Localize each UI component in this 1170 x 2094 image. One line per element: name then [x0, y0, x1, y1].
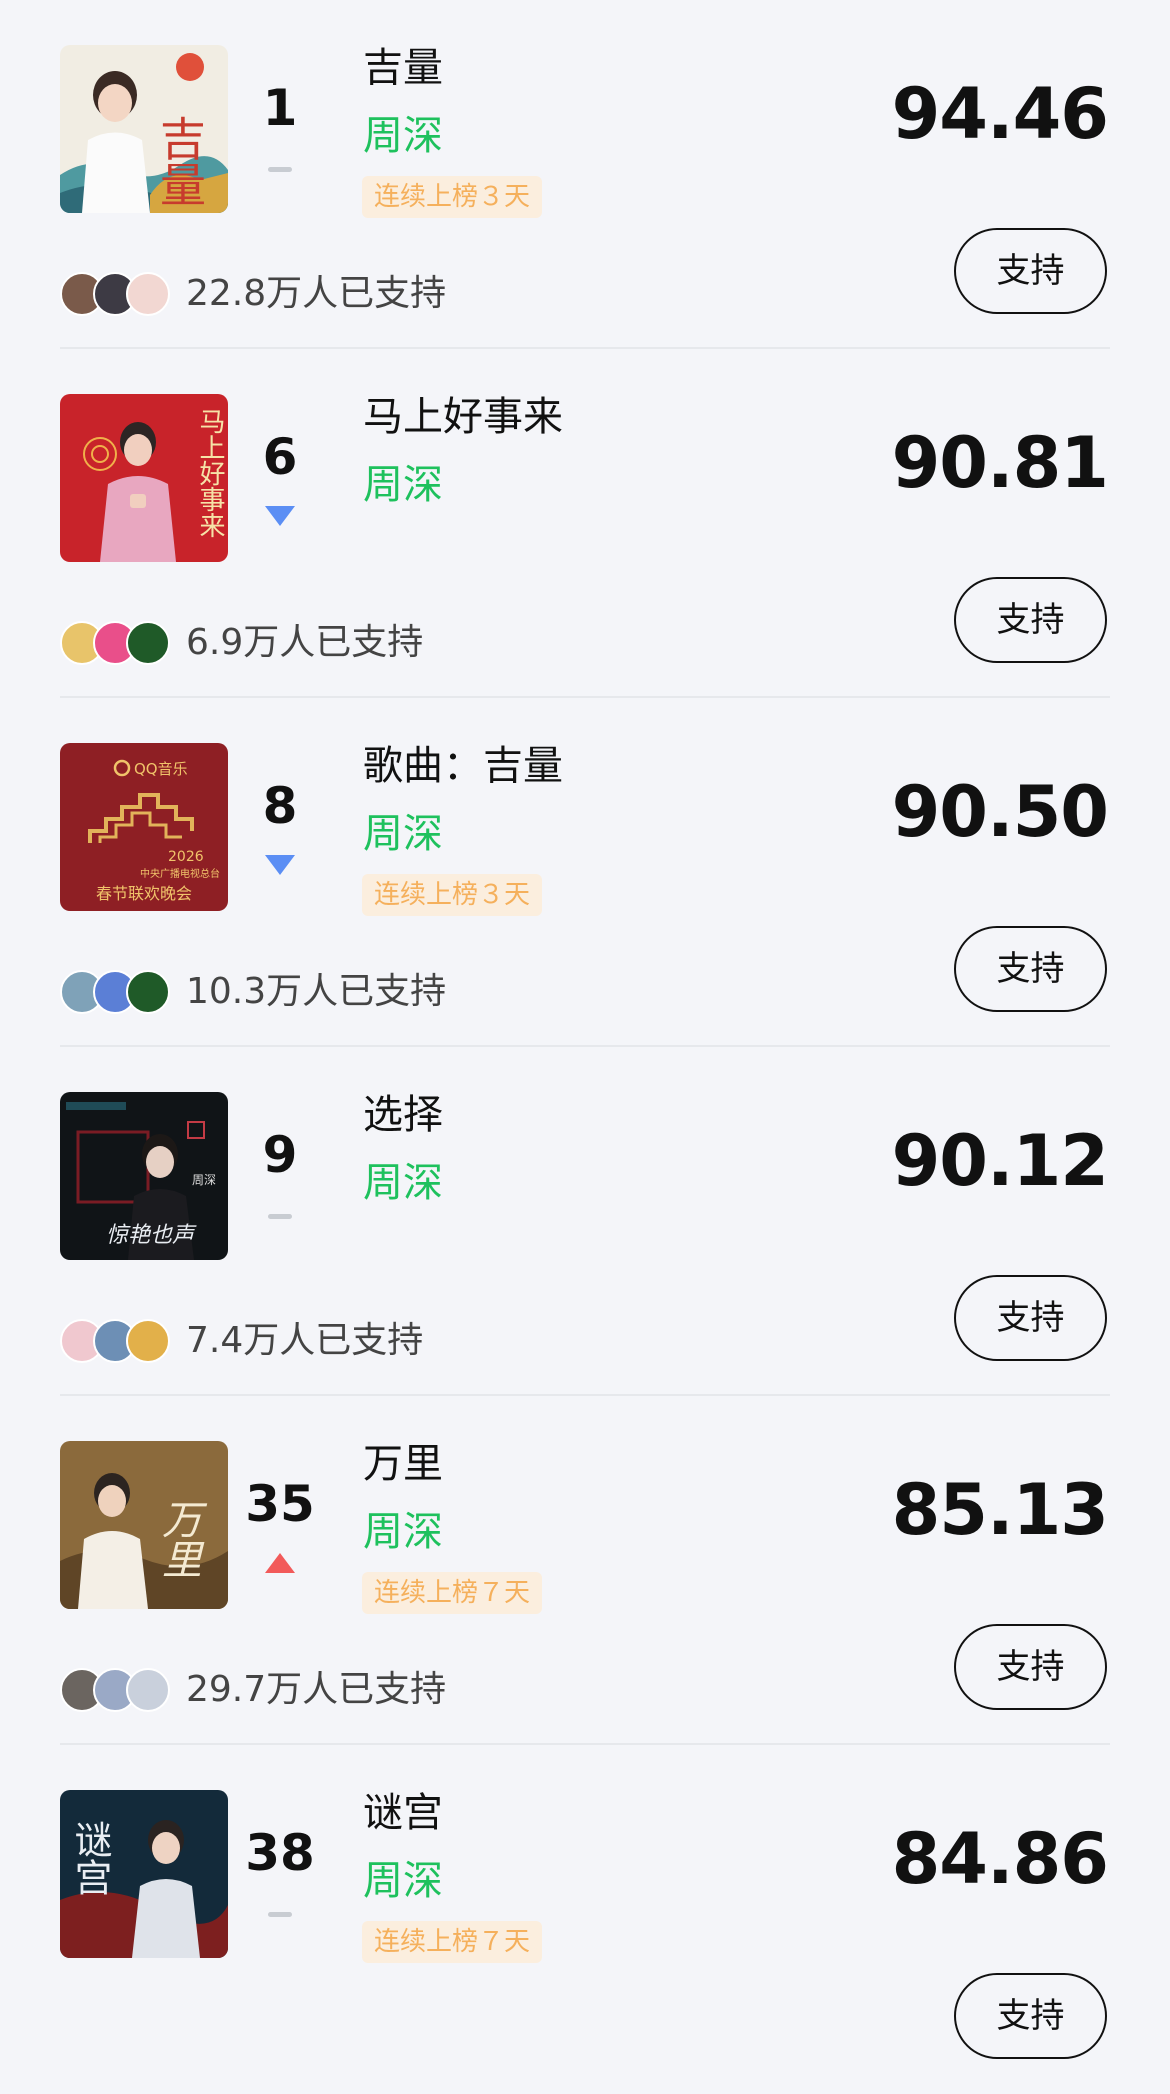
cover-artist-text: 周深 — [192, 1173, 216, 1187]
support-button[interactable]: 支持 — [954, 1275, 1107, 1361]
trend-flat-icon — [265, 1202, 295, 1226]
artist-name[interactable]: 周深 — [363, 1855, 443, 1907]
score-value: 84.86 — [891, 1818, 1109, 1900]
song-card[interactable]: QQ音乐 2026 中央广播电视总台 春节联欢晚会 8 歌曲：吉量 周深 连续上… — [0, 698, 1170, 1047]
cover-jiliang-icon[interactable]: 吉量 — [60, 45, 228, 213]
supporter-avatars — [60, 621, 176, 665]
supporter-avatars — [60, 970, 176, 1014]
artist-name[interactable]: 周深 — [363, 1157, 443, 1209]
cover-brand-text: QQ音乐 — [134, 760, 188, 778]
cover-mashanghaoshilai-icon[interactable]: 马上好事来 — [60, 394, 228, 562]
support-button[interactable]: 支持 — [954, 926, 1107, 1012]
song-ranking-list: 吉量 1 吉量 周深 连续上榜３天 94.46 22.8万人已支持 支持 马上好… — [0, 0, 1170, 2059]
support-button[interactable]: 支持 — [954, 228, 1107, 314]
avatar — [126, 1319, 170, 1363]
streak-badge: 连续上榜７天 — [362, 1572, 543, 1614]
cover-title-text: 谜宫 — [68, 1820, 112, 1896]
trend-up-icon — [265, 1551, 295, 1575]
supporter-avatars — [60, 1668, 176, 1712]
song-title[interactable]: 万里 — [363, 1438, 443, 1490]
song-card[interactable]: 万里 35 万里 周深 连续上榜７天 85.13 29.7万人已支持 支持 — [0, 1396, 1170, 1745]
artist-name[interactable]: 周深 — [363, 459, 443, 511]
song-title[interactable]: 选择 — [363, 1089, 443, 1141]
score-value: 94.46 — [891, 73, 1109, 155]
rank-number: 8 — [262, 777, 298, 835]
avatar — [126, 621, 170, 665]
trend-down-icon — [265, 504, 295, 528]
rank-number: 1 — [262, 79, 298, 137]
supporter-count: 29.7万人已支持 — [186, 1669, 447, 1710]
supporter-avatars — [60, 272, 176, 316]
song-card[interactable]: 周深 惊艳也声 9 选择 周深 90.12 7.4万人已支持 支持 — [0, 1047, 1170, 1396]
supporter-count: 6.9万人已支持 — [186, 622, 424, 663]
song-card[interactable]: 谜宫 38 谜宫 周深 连续上榜７天 84.86 支持 — [0, 1745, 1170, 2094]
cover-migong-icon[interactable]: 谜宫 — [60, 1790, 228, 1958]
trend-flat-icon — [265, 155, 295, 179]
rank-number: 35 — [245, 1475, 315, 1533]
cover-title-text: 吉量 — [153, 115, 207, 207]
song-card[interactable]: 马上好事来 6 马上好事来 周深 90.81 6.9万人已支持 支持 — [0, 349, 1170, 698]
cover-sub-text: 中央广播电视总台 — [140, 867, 220, 880]
support-button[interactable]: 支持 — [954, 577, 1107, 663]
artist-name[interactable]: 周深 — [363, 1506, 443, 1558]
rank-number: 38 — [245, 1824, 315, 1882]
cover-year-text: 2026 — [168, 849, 204, 865]
supporter-avatars — [60, 1319, 176, 1363]
trend-down-icon — [265, 853, 295, 877]
score-value: 90.81 — [891, 422, 1109, 504]
streak-badge: 连续上榜３天 — [362, 176, 543, 218]
avatar — [126, 1668, 170, 1712]
score-value: 90.50 — [891, 771, 1109, 853]
supporter-count: 10.3万人已支持 — [186, 971, 447, 1012]
supporter-count: 7.4万人已支持 — [186, 1320, 424, 1361]
song-title[interactable]: 谜宫 — [363, 1787, 443, 1839]
cover-title-text: 万里 — [155, 1499, 201, 1579]
rank-number: 9 — [262, 1126, 298, 1184]
cover-gala-text: 春节联欢晚会 — [96, 884, 192, 903]
cover-title-text: 马上好事来 — [195, 408, 225, 538]
artist-name[interactable]: 周深 — [363, 110, 443, 162]
supporter-count: 22.8万人已支持 — [186, 273, 447, 314]
artist-name[interactable]: 周深 — [363, 808, 443, 860]
song-title[interactable]: 马上好事来 — [363, 391, 563, 443]
support-button[interactable]: 支持 — [954, 1973, 1107, 2059]
score-value: 90.12 — [891, 1120, 1109, 1202]
score-value: 85.13 — [891, 1469, 1109, 1551]
cover-xuanze-icon[interactable]: 周深 惊艳也声 — [60, 1092, 228, 1260]
streak-badge: 连续上榜３天 — [362, 874, 543, 916]
cover-wanli-icon[interactable]: 万里 — [60, 1441, 228, 1609]
avatar — [126, 970, 170, 1014]
cover-gala-icon[interactable]: QQ音乐 2026 中央广播电视总台 春节联欢晚会 — [60, 743, 228, 911]
avatar — [126, 272, 170, 316]
trend-flat-icon — [265, 1900, 295, 1924]
support-button[interactable]: 支持 — [954, 1624, 1107, 1710]
song-card[interactable]: 吉量 1 吉量 周深 连续上榜３天 94.46 22.8万人已支持 支持 — [0, 0, 1170, 349]
song-title[interactable]: 歌曲：吉量 — [363, 740, 563, 792]
streak-badge: 连续上榜７天 — [362, 1921, 543, 1963]
song-title[interactable]: 吉量 — [363, 42, 443, 94]
rank-number: 6 — [262, 428, 298, 486]
cover-show-text: 惊艳也声 — [106, 1223, 197, 1248]
